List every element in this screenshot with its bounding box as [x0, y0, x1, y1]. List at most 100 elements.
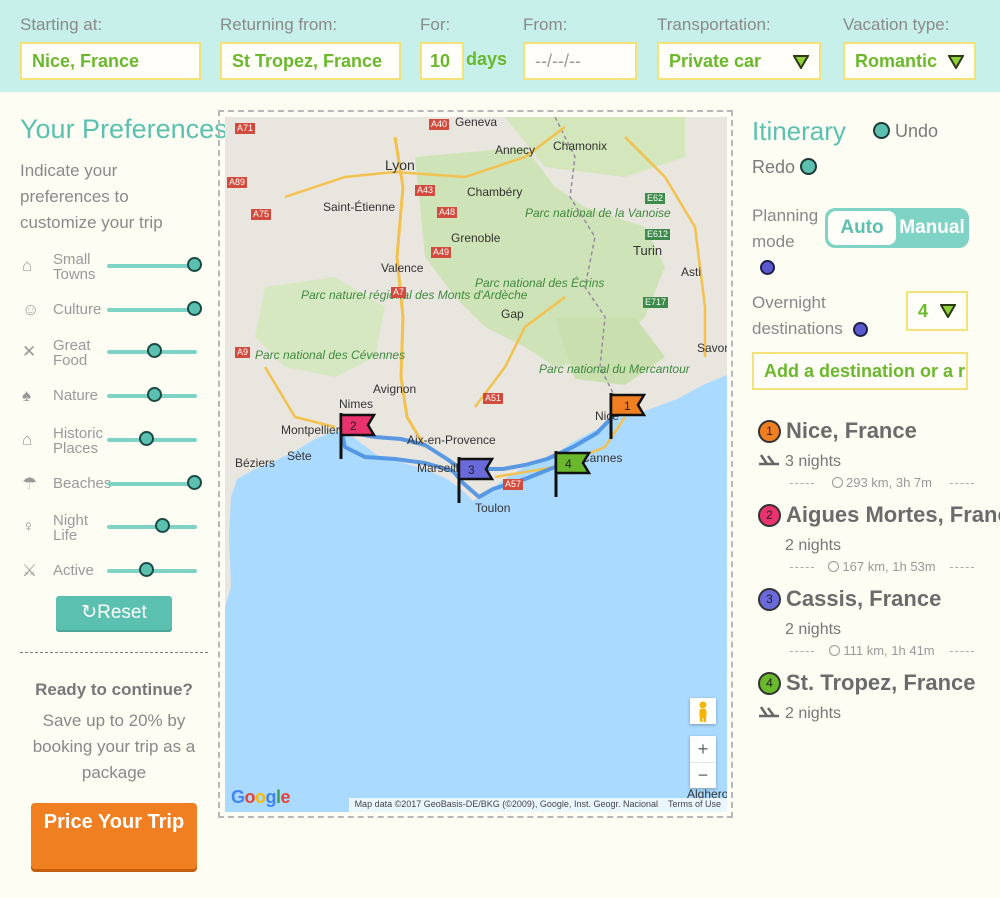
street-view-pegman-button[interactable]	[690, 698, 716, 724]
mode-auto-option[interactable]: Auto	[828, 211, 896, 245]
travel-leg: 293 km, 3h 7m	[790, 475, 974, 490]
stop-name: Nice, France	[786, 418, 917, 443]
reset-button[interactable]: ↻Reset	[56, 596, 172, 630]
chevron-down-icon	[948, 55, 964, 69]
returning-input[interactable]: St Tropez, France	[220, 42, 401, 80]
preference-row: ⌂ Small Towns	[22, 252, 207, 286]
transport-value: Private car	[669, 51, 762, 71]
map-park-label: Parc national du Mercantour	[539, 362, 690, 376]
preference-slider[interactable]	[107, 525, 197, 529]
terms-of-use-link[interactable]: Terms of Use	[668, 799, 721, 809]
stop-nights: 2 nights	[785, 537, 842, 554]
preference-row: ♀ Night Life	[22, 513, 207, 547]
map-road-label: A43	[415, 185, 436, 196]
preference-row: ✕ Great Food	[22, 338, 207, 372]
stop-name: Aigues Mortes, France	[786, 502, 1000, 527]
map-road-label: A57	[503, 479, 524, 490]
tree-icon: ♠	[22, 386, 32, 405]
slider-handle[interactable]	[187, 475, 202, 490]
itinerary-stop[interactable]: 3 Cassis, France 2 nights	[758, 586, 1000, 646]
vacation-select[interactable]: Romantic	[843, 42, 976, 80]
map-road-label: A75	[251, 209, 272, 220]
car-icon	[832, 477, 843, 488]
flag-marker-3[interactable]: 3	[456, 453, 496, 525]
map-road-label: E612	[645, 229, 671, 240]
help-icon[interactable]	[760, 260, 775, 275]
map-data-credit: Map data ©2017 GeoBasis-DE/BKG (©2009), …	[354, 799, 658, 809]
redo-icon	[800, 158, 818, 175]
map-city-label: Asti	[681, 265, 702, 279]
vacation-value: Romantic	[855, 51, 938, 71]
preference-row: ☂ Beaches	[22, 470, 207, 504]
add-destination-input[interactable]: Add a destination or a r	[752, 352, 968, 390]
mode-manual-option[interactable]: Manual	[897, 211, 967, 245]
route-map[interactable]: Geneva Annecy Chamonix Lyon Chambéry Sai…	[225, 117, 727, 812]
preference-label: Great Food	[53, 337, 91, 369]
fork-knife-icon: ✕	[22, 342, 37, 361]
undo-button[interactable]: Undo	[873, 121, 938, 142]
map-city-label: Savona	[697, 341, 727, 355]
pegman-icon	[699, 701, 707, 722]
slider-handle[interactable]	[187, 301, 202, 316]
car-icon	[829, 645, 841, 656]
transport-select[interactable]: Private car	[657, 42, 821, 80]
slider-handle[interactable]	[147, 343, 162, 358]
slider-handle[interactable]	[147, 387, 162, 402]
redo-button[interactable]: Redo	[752, 157, 818, 178]
itinerary-stop[interactable]: 1 Nice, France 3 nights	[758, 418, 1000, 478]
map-road-label: A49	[431, 247, 452, 258]
map-city-label: Saint-Étienne	[323, 200, 396, 214]
preferences-description: Indicate your preferences to customize y…	[20, 161, 163, 232]
houses-icon: ⌂	[22, 256, 33, 275]
slider-handle[interactable]	[139, 431, 154, 446]
days-input[interactable]: 10	[420, 42, 464, 80]
monument-icon: ⌂	[22, 430, 33, 449]
map-road-label: A71	[235, 123, 256, 134]
preference-row: ☺ Culture	[22, 296, 207, 330]
leg-distance: 293 km, 3h 7m	[846, 475, 932, 490]
map-city-label: Lyon	[385, 157, 415, 173]
preference-slider[interactable]	[107, 308, 197, 312]
returning-field: Returning from: St Tropez, France	[220, 14, 401, 80]
map-city-label: Chamonix	[553, 139, 608, 153]
zoom-controls: + −	[690, 736, 716, 788]
redo-label: Redo	[752, 157, 796, 177]
flag-4-body	[554, 451, 592, 475]
zoom-in-button[interactable]: +	[690, 736, 716, 762]
starting-input[interactable]: Nice, France	[20, 42, 201, 80]
preference-slider[interactable]	[107, 264, 197, 268]
from-date-input[interactable]: --/--/--	[523, 42, 637, 80]
flag-marker-1[interactable]: 1	[608, 389, 648, 461]
package-promo-text: Save up to 20% by booking your trip as a…	[32, 711, 196, 782]
flag-2-label: 2	[350, 419, 357, 433]
theater-masks-icon: ☺	[22, 300, 40, 319]
itinerary-stop[interactable]: 2 Aigues Mortes, France 2 nights	[758, 502, 1000, 562]
itinerary-stop[interactable]: 4 St. Tropez, France 2 nights	[758, 670, 1000, 730]
stop-number-badge: 3	[758, 588, 781, 611]
stop-nights: 2 nights	[785, 705, 842, 722]
slider-handle[interactable]	[187, 257, 202, 272]
help-icon[interactable]	[853, 322, 868, 337]
map-city-label: Béziers	[235, 456, 276, 470]
slider-handle[interactable]	[139, 562, 154, 577]
overnight-count-value: 4	[918, 301, 929, 321]
zoom-out-button[interactable]: −	[690, 762, 716, 788]
stop-nights: 2 nights	[785, 621, 842, 638]
chevron-down-icon	[793, 55, 809, 69]
map-attribution: Map data ©2017 GeoBasis-DE/BKG (©2009), …	[348, 798, 727, 812]
trip-settings-bar: Starting at: Nice, France Returning from…	[0, 0, 1000, 92]
stop-number-badge: 1	[758, 420, 781, 443]
vacation-label: Vacation type:	[843, 15, 950, 34]
duration-field: For: 10	[420, 14, 464, 80]
slider-handle[interactable]	[155, 518, 170, 533]
overnight-count-select[interactable]: 4	[906, 291, 968, 331]
planning-mode-toggle[interactable]: Auto Manual	[825, 208, 969, 248]
for-label: For:	[420, 15, 451, 34]
map-road-label: A40	[429, 119, 450, 130]
flag-marker-2[interactable]: 2	[338, 409, 378, 481]
flag-marker-4[interactable]: 4	[553, 447, 593, 519]
reset-label: Reset	[97, 602, 147, 623]
preference-slider[interactable]	[107, 482, 197, 486]
price-your-trip-button[interactable]: Price Your Trip	[31, 803, 197, 869]
undo-icon	[873, 122, 890, 139]
